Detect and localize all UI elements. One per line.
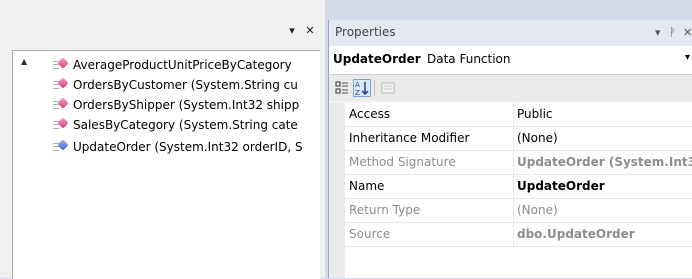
- property-row-method-signature[interactable]: Method Signature UpdateOrder (System.Int…: [345, 151, 692, 175]
- scroll-up-icon[interactable]: ▲: [21, 57, 27, 66]
- close-icon[interactable]: ✕: [683, 26, 692, 40]
- method-item[interactable]: OrdersByCustomer (System.String cu: [53, 75, 298, 95]
- property-value[interactable]: (None): [514, 127, 692, 150]
- object-type: Data Function: [427, 52, 511, 66]
- sort-alphabetical-icon: A Z: [355, 81, 369, 96]
- method-icon: [53, 57, 69, 70]
- object-selector[interactable]: UpdateOrder Data Function ▾: [329, 46, 692, 75]
- window-menu-icon[interactable]: ▾: [655, 26, 661, 40]
- method-label: UpdateOrder (System.Int32 orderID, S: [73, 140, 303, 154]
- method-label: AverageProductUnitPriceByCategory: [73, 58, 292, 72]
- property-value: dbo.UpdateOrder: [517, 227, 635, 241]
- svg-text:Z: Z: [355, 89, 360, 96]
- method-label: SalesByCategory (System.String cate: [73, 118, 298, 132]
- property-pages-button[interactable]: [379, 79, 397, 97]
- method-item[interactable]: UpdateOrder (System.Int32 orderID, S: [53, 137, 303, 157]
- property-row-return-type[interactable]: Return Type (None): [345, 199, 692, 223]
- properties-window: Properties ▾ ᚹ ✕ UpdateOrder Data Functi…: [328, 20, 692, 278]
- property-value[interactable]: UpdateOrder: [514, 175, 692, 198]
- pane-menu-icon[interactable]: ▾: [286, 25, 298, 37]
- property-value: UpdateOrder (System.Int32: [517, 155, 692, 169]
- pin-icon[interactable]: ᚹ: [669, 26, 676, 40]
- categorized-button[interactable]: [333, 79, 351, 97]
- property-name: Name: [345, 175, 514, 198]
- properties-toolbar: A Z: [329, 75, 692, 101]
- method-item[interactable]: SalesByCategory (System.String cate: [53, 115, 298, 135]
- property-grid-gutter: [329, 103, 345, 278]
- property-row-source[interactable]: Source dbo.UpdateOrder: [345, 223, 692, 247]
- method-icon: [53, 97, 69, 110]
- methods-pane-header: ▾ ✕: [0, 20, 325, 42]
- property-grid: Access Public Inheritance Modifier (None…: [329, 103, 692, 278]
- property-name: Method Signature: [345, 151, 514, 174]
- chevron-down-icon[interactable]: ▾: [685, 52, 690, 63]
- svg-text:A: A: [355, 81, 360, 89]
- property-pages-icon: [381, 82, 395, 94]
- properties-title: Properties: [335, 25, 396, 39]
- method-item[interactable]: AverageProductUnitPriceByCategory: [53, 55, 292, 75]
- close-icon[interactable]: ✕: [304, 25, 316, 37]
- property-name: Inheritance Modifier: [345, 127, 514, 150]
- categorized-icon: [335, 81, 348, 94]
- method-label: OrdersByCustomer (System.String cu: [73, 78, 298, 92]
- method-icon: [53, 77, 69, 90]
- method-icon: [53, 139, 69, 152]
- property-value[interactable]: Public: [514, 103, 692, 126]
- alphabetical-button[interactable]: A Z: [353, 79, 371, 97]
- toolbar-separator: [374, 80, 375, 96]
- methods-pane: ▾ ✕ ▲ AverageProductUnitPriceByCategory …: [0, 0, 325, 279]
- method-label: OrdersByShipper (System.Int32 shipp: [73, 98, 300, 112]
- method-icon: [53, 117, 69, 130]
- property-name: Return Type: [345, 199, 514, 222]
- property-name: Source: [345, 223, 514, 246]
- properties-titlebar: Properties ▾ ᚹ ✕: [329, 20, 692, 47]
- object-name: UpdateOrder: [333, 52, 421, 66]
- property-row-name[interactable]: Name UpdateOrder: [345, 175, 692, 199]
- property-name: Access: [345, 103, 514, 126]
- methods-list: ▲ AverageProductUnitPriceByCategory Orde…: [12, 50, 320, 279]
- method-item[interactable]: OrdersByShipper (System.Int32 shipp: [53, 95, 299, 115]
- property-row-inheritance-modifier[interactable]: Inheritance Modifier (None): [345, 127, 692, 151]
- property-row-access[interactable]: Access Public: [345, 103, 692, 127]
- property-value: (None): [517, 203, 558, 217]
